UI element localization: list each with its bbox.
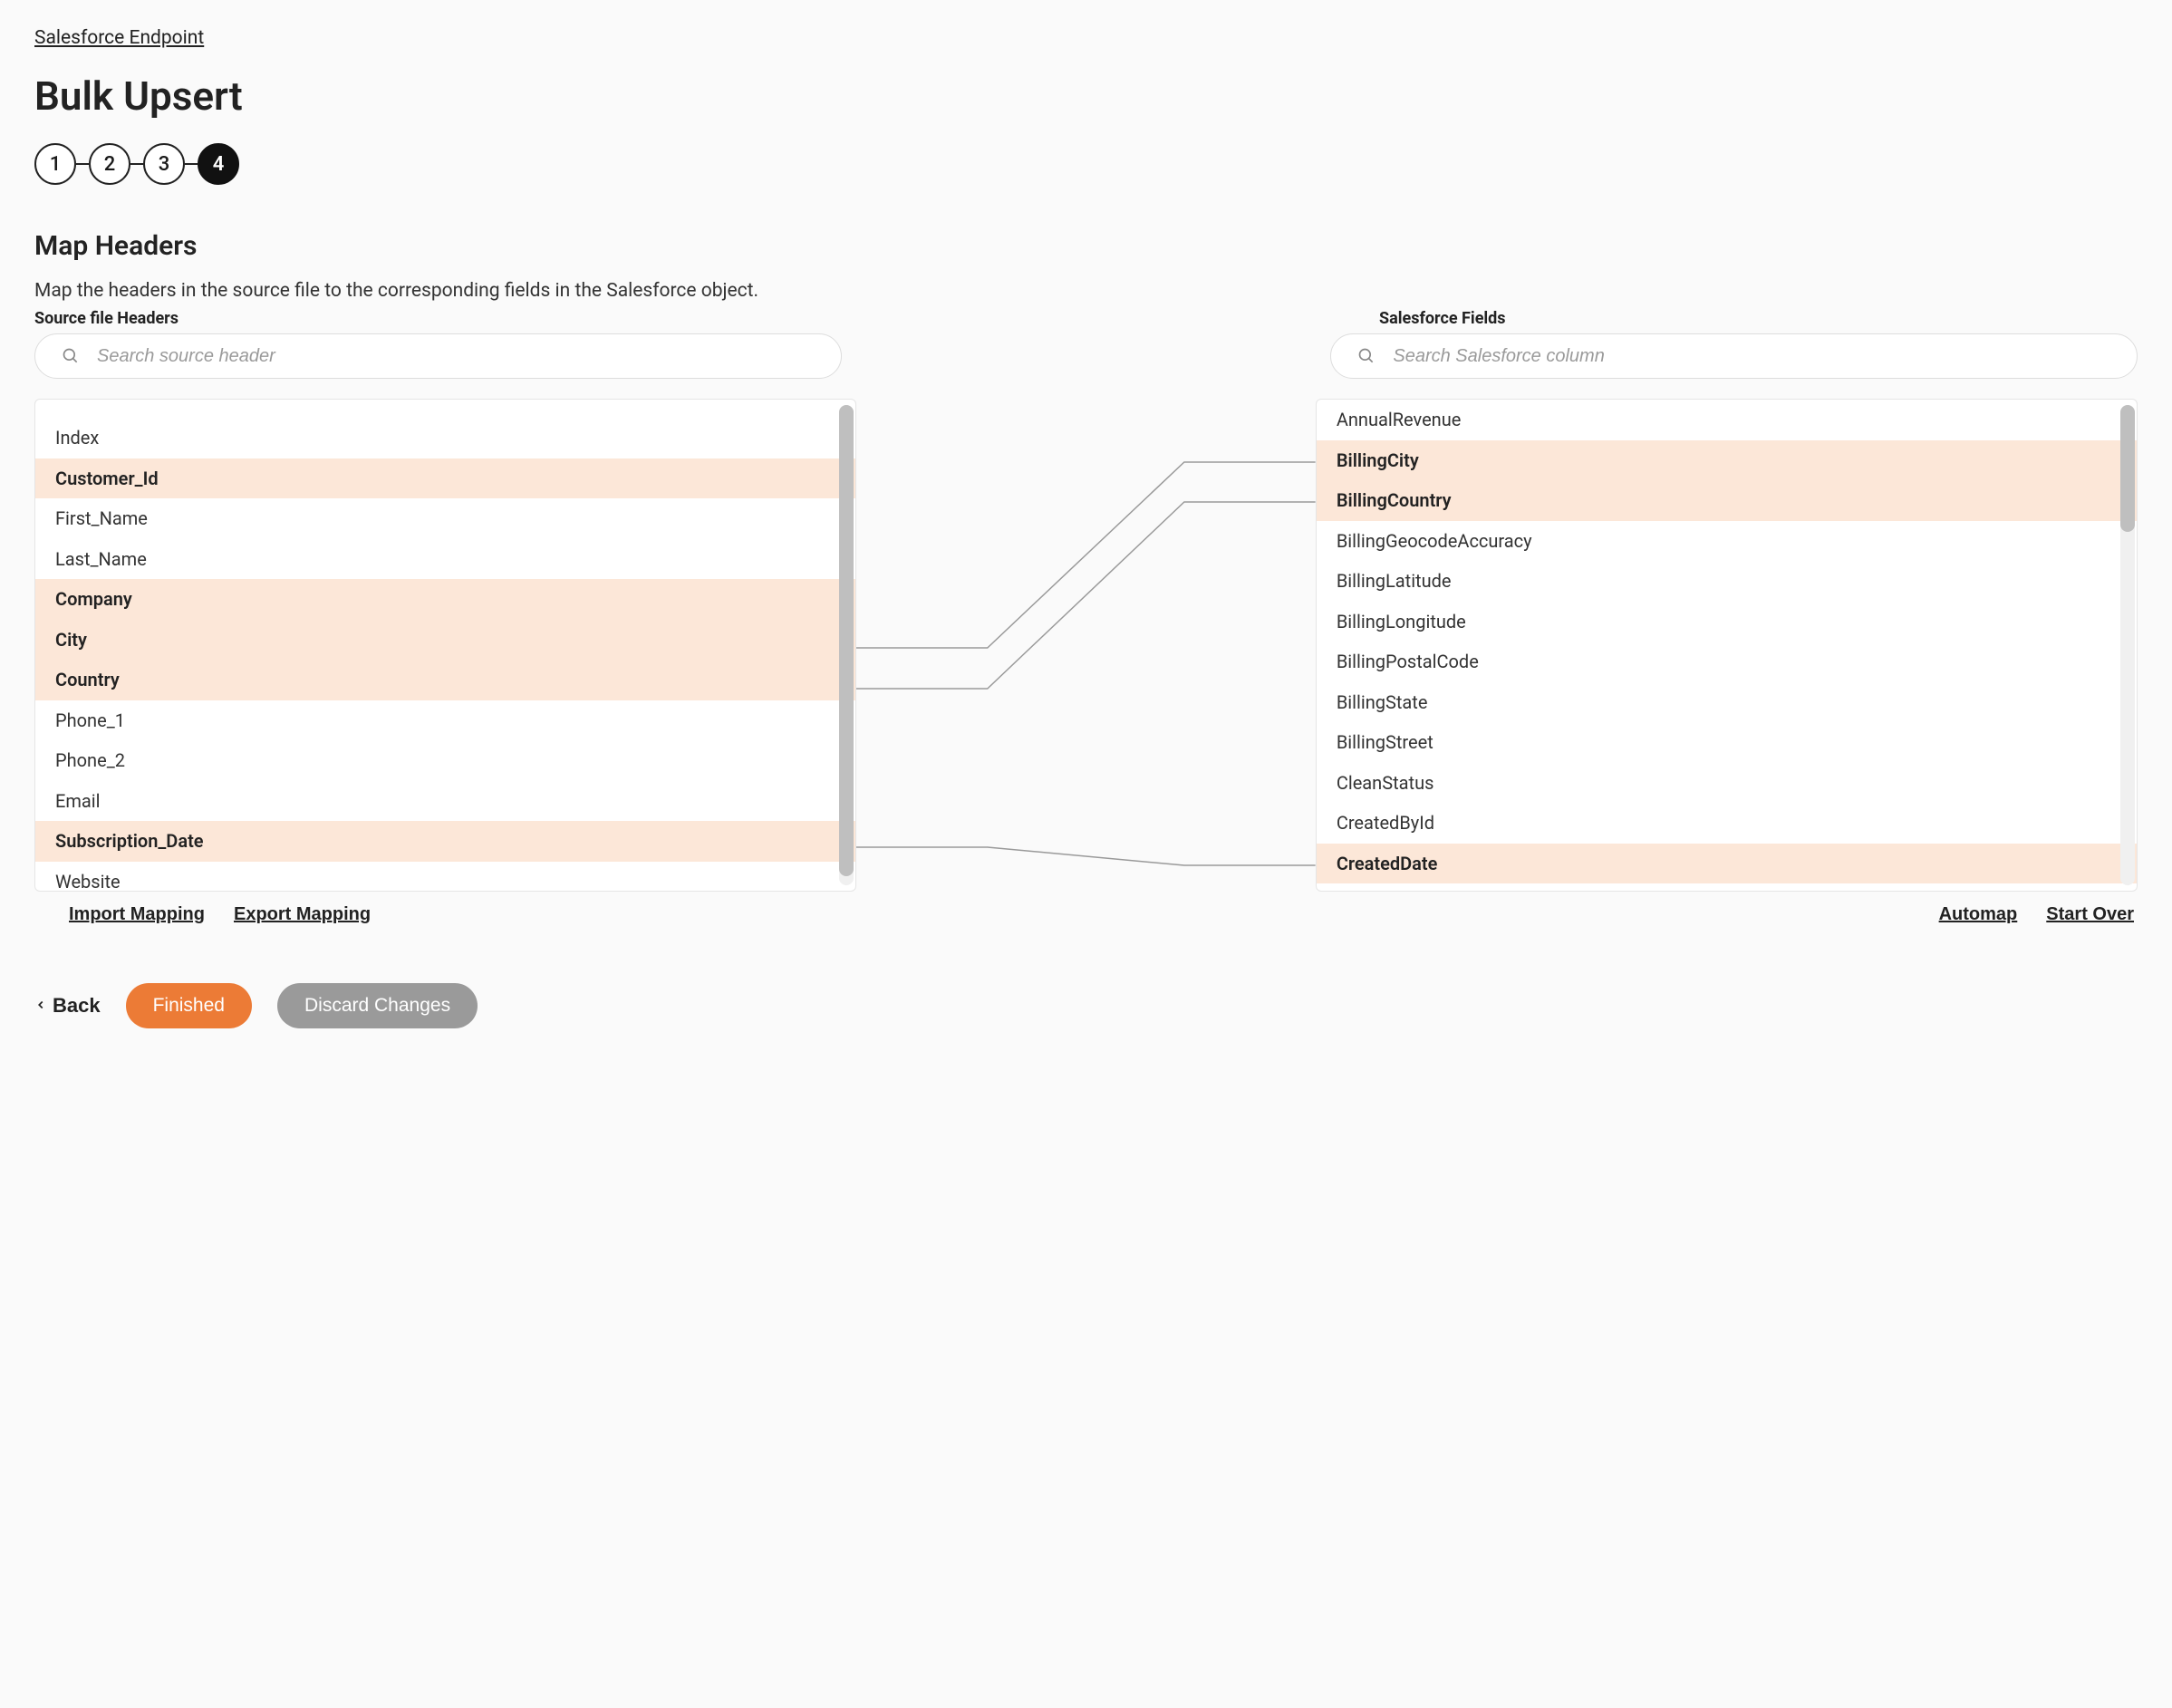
- source-row[interactable]: Country: [35, 660, 855, 700]
- stepper: 1 2 3 4: [34, 143, 2138, 185]
- target-row[interactable]: BillingStreet: [1317, 722, 2137, 763]
- salesforce-fields-panel: AnnualRevenue BillingCity BillingCountry…: [1316, 399, 2138, 892]
- scrollbar-thumb[interactable]: [2120, 405, 2135, 532]
- source-search-input[interactable]: [34, 333, 842, 379]
- source-row[interactable]: Last_Name: [35, 539, 855, 580]
- target-row[interactable]: BillingCity: [1317, 440, 2137, 481]
- mapping-bridge: [856, 399, 1316, 892]
- source-row[interactable]: City: [35, 620, 855, 661]
- section-title: Map Headers: [34, 230, 2138, 262]
- start-over-button[interactable]: Start Over: [2046, 904, 2134, 925]
- export-mapping-button[interactable]: Export Mapping: [234, 904, 371, 925]
- discard-changes-button[interactable]: Discard Changes: [277, 983, 478, 1028]
- source-row[interactable]: Index: [35, 418, 855, 458]
- target-row[interactable]: AnnualRevenue: [1317, 400, 2137, 440]
- step-3[interactable]: 3: [143, 143, 185, 185]
- source-headers-label: Source file Headers: [34, 309, 872, 328]
- search-icon: [62, 347, 80, 365]
- automap-button[interactable]: Automap: [1939, 904, 2018, 925]
- target-row[interactable]: CleanStatus: [1317, 763, 2137, 804]
- source-row[interactable]: Subscription_Date: [35, 821, 855, 862]
- source-headers-panel: Index Customer_Id First_Name Last_Name C…: [34, 399, 856, 892]
- source-row[interactable]: Phone_1: [35, 700, 855, 741]
- scrollbar-thumb[interactable]: [839, 405, 854, 876]
- target-row[interactable]: BillingState: [1317, 682, 2137, 723]
- source-row[interactable]: Customer_Id: [35, 458, 855, 499]
- target-row[interactable]: BillingCountry: [1317, 480, 2137, 521]
- target-row[interactable]: BillingPostalCode: [1317, 642, 2137, 682]
- step-1[interactable]: 1: [34, 143, 76, 185]
- target-row[interactable]: CreatedById: [1317, 803, 2137, 844]
- step-separator: [185, 163, 198, 165]
- salesforce-fields-label: Salesforce Fields: [1379, 309, 1506, 328]
- search-icon: [1357, 347, 1376, 365]
- step-4[interactable]: 4: [198, 143, 239, 185]
- back-button[interactable]: Back: [34, 994, 101, 1018]
- step-2[interactable]: 2: [89, 143, 130, 185]
- source-row[interactable]: First_Name: [35, 498, 855, 539]
- finished-button[interactable]: Finished: [126, 983, 252, 1028]
- step-separator: [76, 163, 89, 165]
- page-title: Bulk Upsert: [34, 72, 2138, 120]
- target-row[interactable]: CreatedDate: [1317, 844, 2137, 884]
- import-mapping-button[interactable]: Import Mapping: [69, 904, 205, 925]
- salesforce-search-input[interactable]: [1330, 333, 2138, 379]
- source-row[interactable]: Company: [35, 579, 855, 620]
- target-row[interactable]: BillingGeocodeAccuracy: [1317, 521, 2137, 562]
- back-button-label: Back: [53, 994, 101, 1018]
- target-row[interactable]: BillingLongitude: [1317, 602, 2137, 642]
- source-row[interactable]: Phone_2: [35, 740, 855, 781]
- step-separator: [130, 163, 143, 165]
- target-row[interactable]: BillingLatitude: [1317, 561, 2137, 602]
- source-row[interactable]: Email: [35, 781, 855, 822]
- section-description: Map the headers in the source file to th…: [34, 280, 2138, 302]
- chevron-left-icon: [34, 994, 47, 1018]
- source-row[interactable]: Website: [35, 862, 855, 893]
- breadcrumb-link[interactable]: Salesforce Endpoint: [34, 27, 204, 49]
